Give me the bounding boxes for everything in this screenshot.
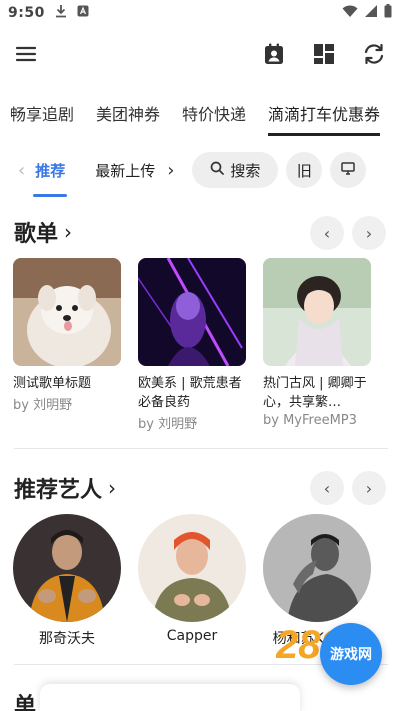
chevron-left-icon[interactable]: ‹	[18, 160, 25, 181]
tab-meituan-coupon[interactable]: 美团神券	[96, 93, 160, 133]
old-version-button[interactable]: 旧	[286, 152, 323, 188]
download-icon	[55, 4, 67, 22]
section-divider	[14, 448, 388, 449]
search-button[interactable]: 搜索	[192, 152, 279, 188]
battery-icon	[384, 4, 392, 22]
playlist-title: 测试歌单标题	[13, 376, 92, 391]
sub-nav: ‹ 推荐 最新上传 › 搜索 旧	[0, 148, 400, 197]
dashboard-icon[interactable]	[312, 42, 336, 66]
artist-section-header[interactable]: 推荐艺人 ›	[14, 472, 116, 504]
artist-prev-button[interactable]: ‹	[310, 471, 344, 505]
playlist-list: 测试歌单标题 by 刘明野 欧美系 | 歌荒患者必备良药 by 刘明野 热门古风…	[13, 258, 371, 432]
playlist-cover-neon	[138, 258, 246, 366]
chevron-right-icon[interactable]: ›	[167, 160, 174, 181]
tab-didi-coupon[interactable]: 滴滴打车优惠券	[268, 93, 381, 136]
search-label: 搜索	[230, 161, 261, 180]
playlist-next-button[interactable]: ›	[352, 216, 386, 250]
chevron-right-icon: ›	[108, 476, 117, 500]
monitor-icon	[341, 161, 356, 179]
avatar	[138, 514, 246, 622]
playlist-cover-portrait	[263, 258, 371, 366]
app-bar	[0, 30, 400, 78]
playlist-cover-dog	[13, 258, 121, 366]
app-notification-icon	[77, 5, 89, 21]
artist-name: 那奇沃夫	[39, 631, 95, 647]
subtab-recommend[interactable]: 推荐	[33, 160, 68, 197]
artist-item[interactable]: Capper	[138, 514, 246, 648]
monitor-button[interactable]	[330, 152, 367, 188]
status-bar: 9:50	[0, 0, 400, 26]
playlist-author: by 刘明野	[138, 417, 198, 432]
search-icon	[210, 161, 225, 179]
playlist-card[interactable]: 欧美系 | 歌荒患者必备良药 by 刘明野	[138, 258, 246, 432]
calendar-user-icon[interactable]	[262, 42, 286, 66]
tab-express-deal[interactable]: 特价快递	[182, 93, 246, 133]
artist-next-button[interactable]: ›	[352, 471, 386, 505]
playlist-author: by 刘明野	[13, 398, 73, 413]
playlist-card[interactable]: 热门古风 | 卿卿于心，共享繁… by MyFreeMP3	[263, 258, 371, 432]
avatar	[13, 514, 121, 622]
next-section-title: 单	[14, 694, 37, 711]
avatar	[263, 514, 371, 622]
playlist-author: by MyFreeMP3	[263, 413, 357, 428]
subtab-latest-upload[interactable]: 最新上传	[95, 160, 155, 181]
watermark-badge: 游戏网	[320, 623, 382, 685]
artist-section-title: 推荐艺人	[14, 478, 103, 503]
playlist-card[interactable]: 测试歌单标题 by 刘明野	[13, 258, 121, 432]
playlist-title: 热门古风 | 卿卿于心，共享繁…	[263, 376, 367, 410]
top-tabs: 畅享追剧 美团神券 特价快递 滴滴打车优惠券	[0, 88, 400, 138]
signal-icon	[364, 4, 378, 22]
tab-binge-watch[interactable]: 畅享追剧	[10, 93, 74, 133]
artist-name: Capper	[166, 628, 218, 644]
artist-item[interactable]: 那奇沃夫	[13, 514, 121, 648]
playlist-section-title: 歌单	[14, 222, 59, 247]
mini-player-sheet[interactable]	[40, 684, 300, 711]
playlist-prev-button[interactable]: ‹	[310, 216, 344, 250]
playlist-section-header[interactable]: 歌单 ›	[14, 216, 72, 248]
status-time: 9:50	[8, 5, 45, 21]
menu-icon[interactable]	[14, 42, 38, 66]
wifi-icon	[342, 4, 358, 22]
sync-icon[interactable]	[362, 42, 386, 66]
playlist-title: 欧美系 | 歌荒患者必备良药	[138, 376, 242, 410]
chevron-right-icon: ›	[64, 220, 73, 244]
